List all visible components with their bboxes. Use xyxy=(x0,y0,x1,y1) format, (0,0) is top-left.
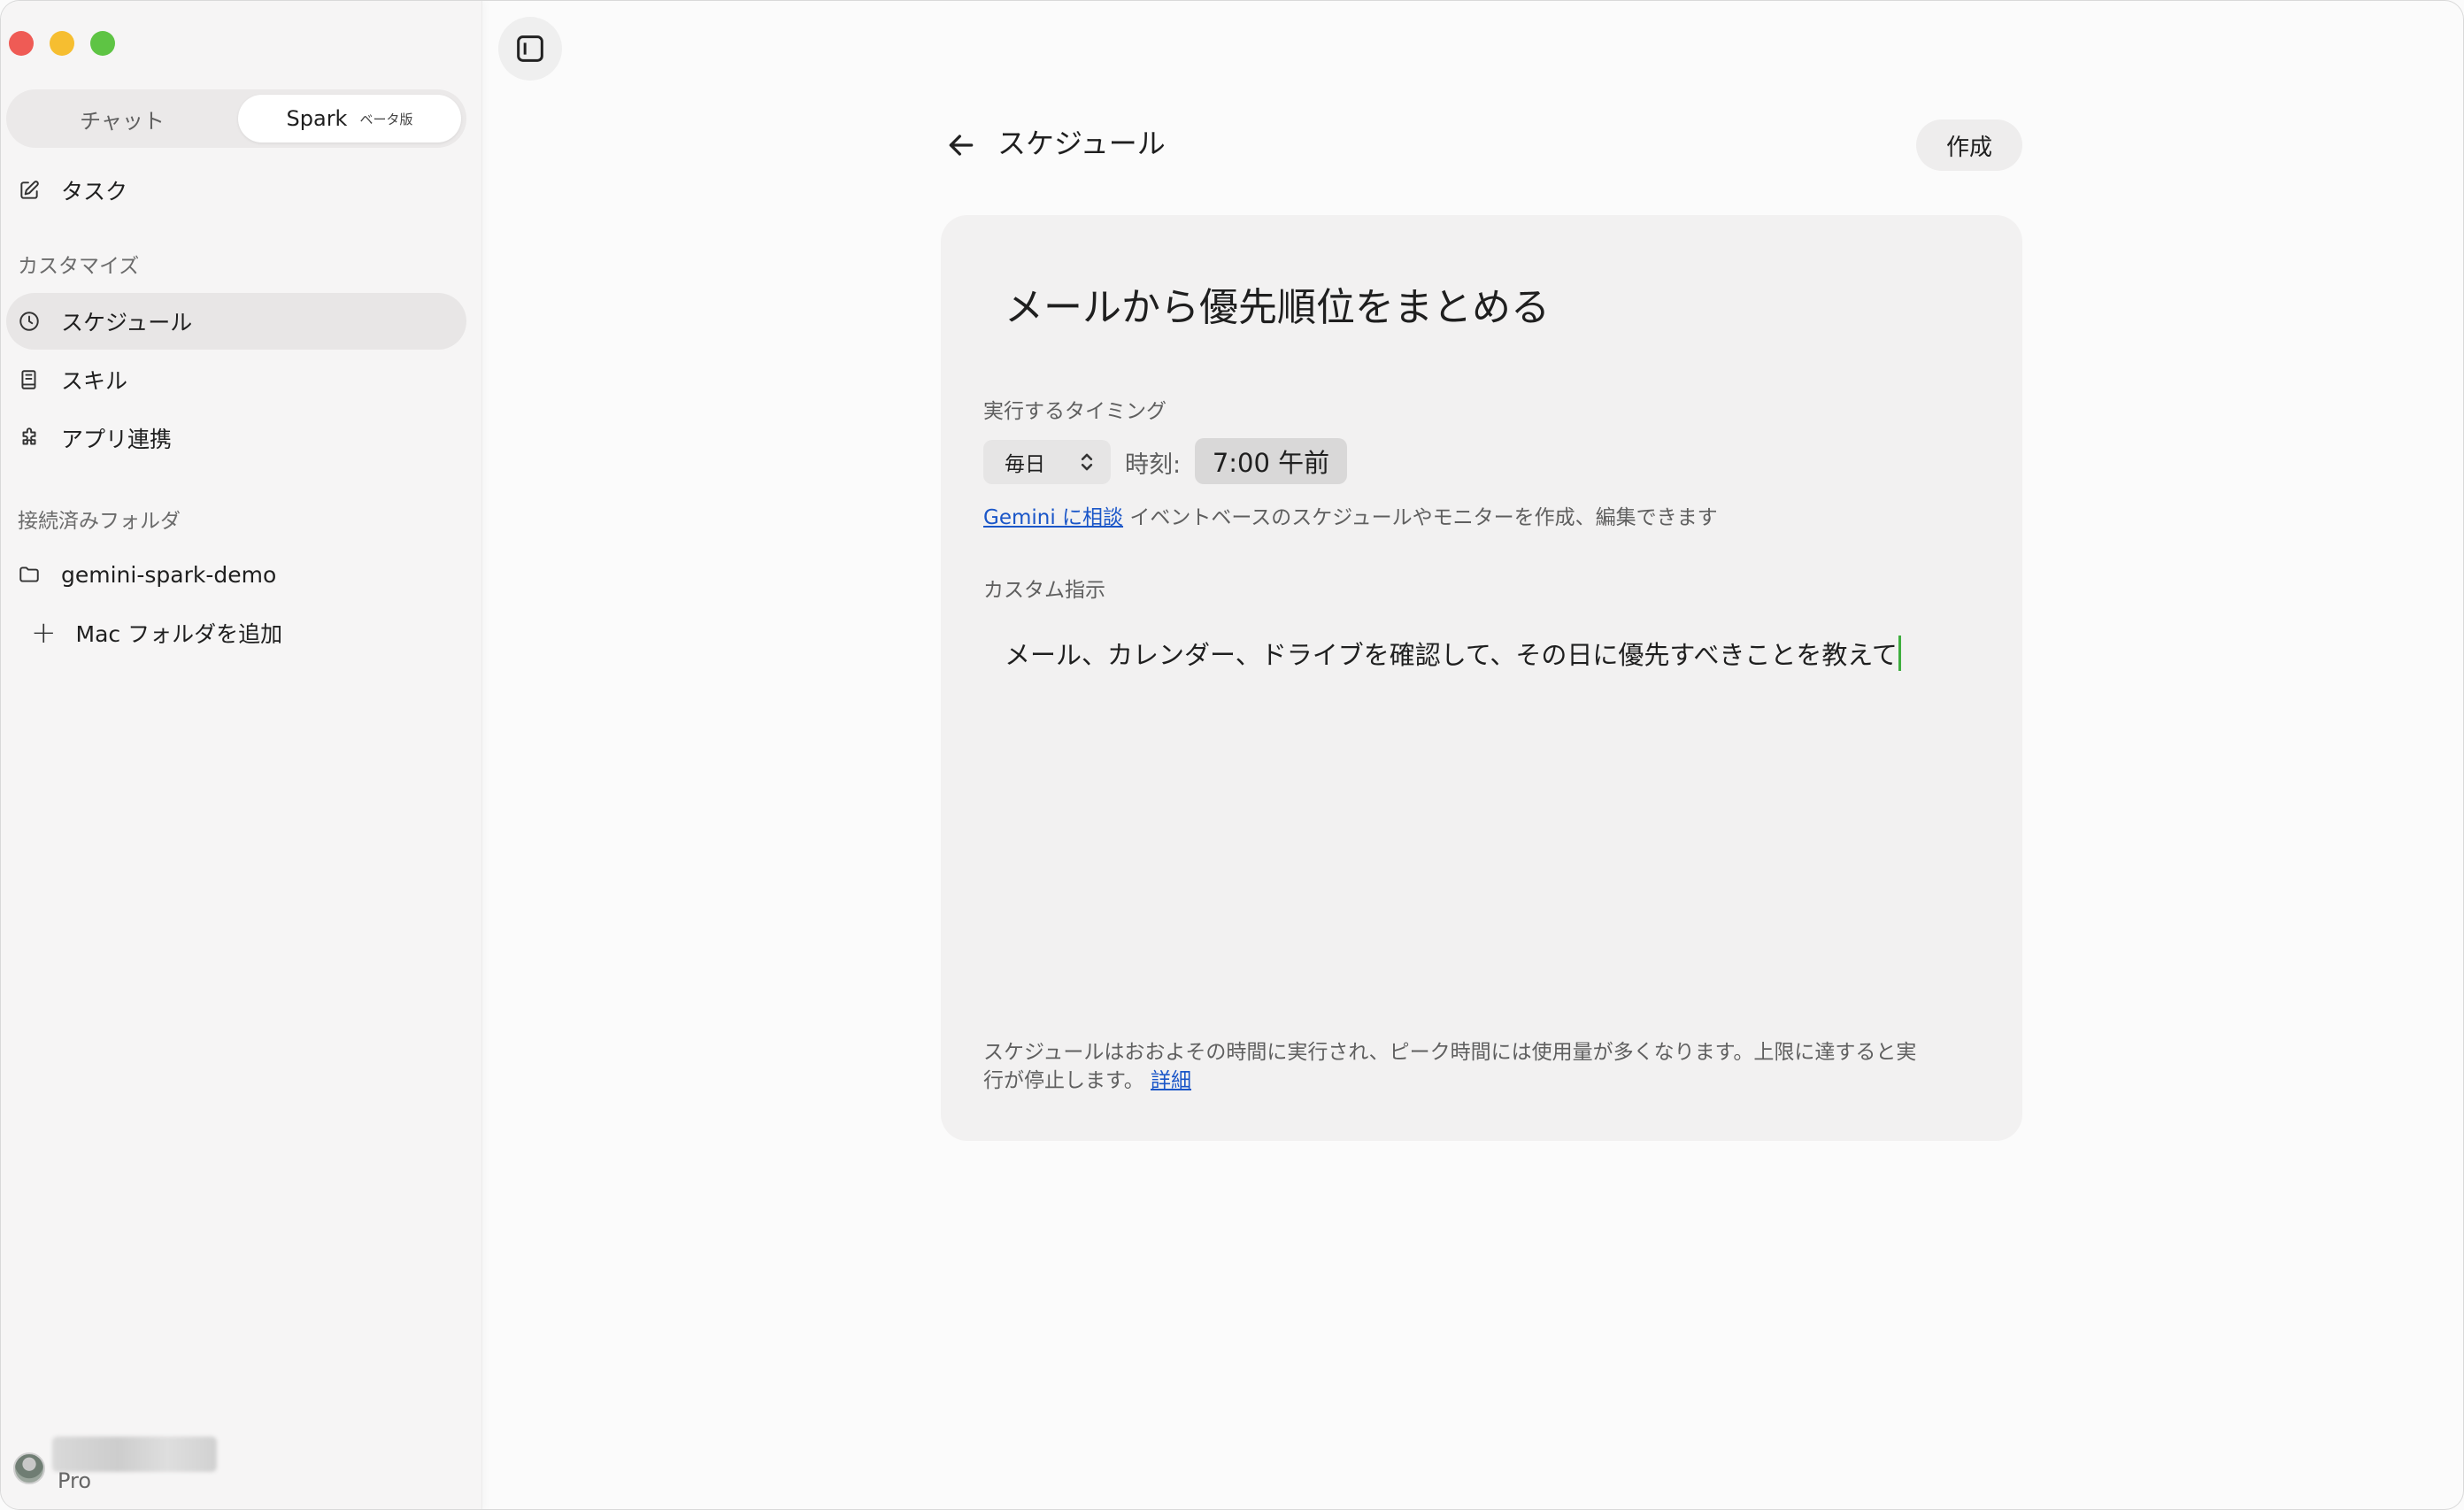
zoom-window-button[interactable] xyxy=(90,31,115,56)
book-icon xyxy=(17,367,42,392)
sidebar-item-label: タスク xyxy=(61,179,128,204)
folder-name: gemini-spark-demo xyxy=(61,561,277,588)
tab-chat[interactable]: チャット xyxy=(12,95,233,143)
page-title: スケジュール xyxy=(997,127,1166,160)
edit-icon xyxy=(17,178,42,203)
add-folder-button[interactable]: + Mac フォルダを追加 xyxy=(31,606,438,659)
customize-section-label: カスタマイズ xyxy=(18,255,140,278)
sidebar-item-skills[interactable]: スキル xyxy=(6,351,466,408)
minimize-window-button[interactable] xyxy=(50,31,74,56)
note-line-2: 行が停止します。 xyxy=(983,1069,1144,1092)
schedule-title[interactable]: メールから優先順位をまとめる xyxy=(1005,275,1550,332)
mode-switcher: チャット Spark ベータ版 xyxy=(6,89,466,148)
sidebar-item-folder[interactable]: gemini-spark-demo xyxy=(6,546,466,603)
tab-spark-label: Spark xyxy=(286,106,348,131)
instruction-textarea[interactable]: メール、カレンダー、ドライブを確認して、その日に優先すべきことを教えて xyxy=(983,622,1980,994)
clock-icon xyxy=(17,309,42,334)
tab-spark[interactable]: Spark ベータ版 xyxy=(238,95,461,143)
puzzle-icon xyxy=(17,426,42,451)
details-link[interactable]: 詳細 xyxy=(1151,1069,1191,1092)
folder-icon xyxy=(17,562,42,587)
hint-description: イベントベースのスケジュールやモニターを作成、編集できます xyxy=(1123,506,1718,529)
sidebar-item-schedule[interactable]: スケジュール xyxy=(6,293,466,350)
beta-badge: ベータ版 xyxy=(359,111,413,127)
sidebar-item-label: アプリ連携 xyxy=(61,427,173,452)
instruction-label: カスタム指示 xyxy=(983,579,1105,602)
time-label: 時刻: xyxy=(1125,451,1182,479)
toggle-sidebar-button[interactable] xyxy=(498,17,562,81)
time-picker[interactable]: 7:00 午前 xyxy=(1195,438,1347,484)
instruction-text: メール、カレンダー、ドライブを確認して、その日に優先すべきことを教えて xyxy=(1005,640,1898,670)
schedule-form-card: メールから優先順位をまとめる 実行するタイミング 毎日 時刻: 7:00 午前 … xyxy=(941,215,2022,1141)
sidebar-item-label: スケジュール xyxy=(61,310,193,335)
plus-icon: + xyxy=(31,615,57,651)
app-window: チャット Spark ベータ版 タスク カスタマイズ スケジュール スキル アプ… xyxy=(0,0,2464,1510)
timing-label: 実行するタイミング xyxy=(983,400,1167,423)
sidebar-item-label: スキル xyxy=(61,368,128,394)
sidebar-toggle-icon xyxy=(517,35,543,62)
sidebar: チャット Spark ベータ版 タスク カスタマイズ スケジュール スキル アプ… xyxy=(1,1,482,1509)
folders-section-label: 接続済みフォルダ xyxy=(18,510,181,533)
note-line-1: スケジュールはおおよその時間に実行され、ピーク時間には使用量が多くなります。上限… xyxy=(983,1041,1917,1064)
arrow-left-icon xyxy=(949,135,974,156)
create-button[interactable]: 作成 xyxy=(1916,119,2022,171)
sidebar-item-task[interactable]: タスク xyxy=(6,162,466,219)
sidebar-item-app-integration[interactable]: アプリ連携 xyxy=(6,410,466,466)
text-caret xyxy=(1898,636,1901,671)
hint-text: Gemini に相談 イベントベースのスケジュールやモニターを作成、編集できます xyxy=(983,500,1718,530)
back-button[interactable] xyxy=(941,125,982,166)
schedule-note: スケジュールはおおよその時間に実行され、ピーク時間には使用量が多くなります。上限… xyxy=(983,1038,1983,1095)
ask-gemini-link[interactable]: Gemini に相談 xyxy=(983,506,1123,529)
updown-chevron-icon xyxy=(1081,453,1093,471)
avatar xyxy=(13,1452,45,1484)
plan-label: Pro xyxy=(58,1468,92,1493)
tab-chat-label: チャット xyxy=(80,108,165,134)
profile[interactable]: Pro xyxy=(13,1433,279,1504)
redacted-username xyxy=(52,1437,217,1472)
close-window-button[interactable] xyxy=(9,31,34,56)
frequency-value: 毎日 xyxy=(1005,453,1045,476)
frequency-select[interactable]: 毎日 xyxy=(983,440,1111,484)
add-folder-label: Mac フォルダを追加 xyxy=(75,621,283,647)
